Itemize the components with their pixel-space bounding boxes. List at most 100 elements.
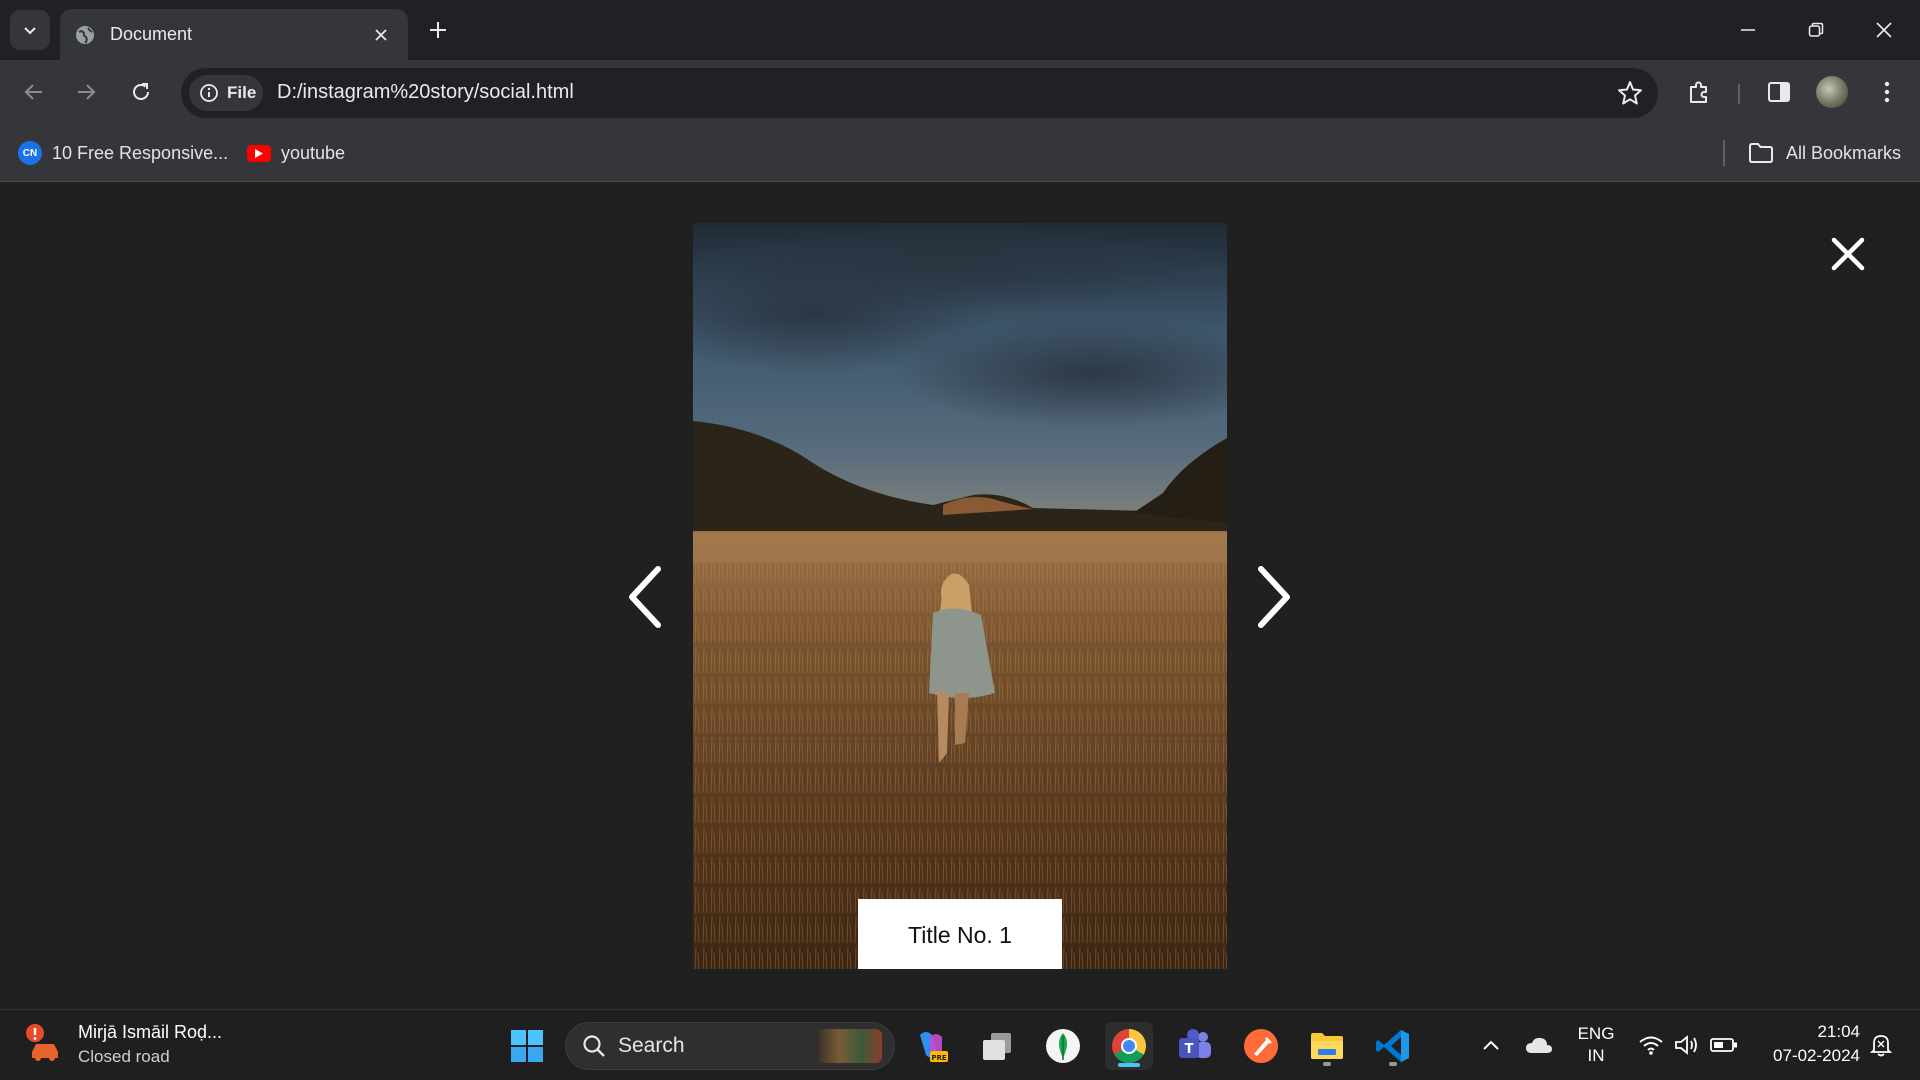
running-app-indicator <box>1323 1062 1331 1066</box>
svg-text:PRE: PRE <box>931 1054 947 1062</box>
browser-menu-button[interactable] <box>1869 74 1905 110</box>
previous-story-button[interactable] <box>618 559 674 635</box>
folder-icon <box>1311 1033 1343 1059</box>
notifications-button[interactable] <box>1866 1030 1896 1060</box>
story-viewer-page: Title No. 1 <box>0 183 1920 1009</box>
wifi-icon <box>1639 1036 1663 1055</box>
cn-favicon-icon: CN <box>18 141 42 165</box>
minimize-button[interactable] <box>1720 8 1776 52</box>
extensions-button[interactable] <box>1681 74 1717 110</box>
tab-title: Document <box>110 24 193 44</box>
puzzle-icon <box>1690 81 1707 103</box>
reload-icon <box>133 83 149 100</box>
next-story-button[interactable] <box>1245 559 1301 635</box>
battery-icon <box>1710 1038 1737 1052</box>
volume-status[interactable] <box>1672 1030 1702 1060</box>
more-vertical-icon <box>1884 81 1890 103</box>
teams-app[interactable]: T <box>1171 1022 1219 1070</box>
chrome-app[interactable] <box>1105 1022 1153 1070</box>
site-info-chip[interactable]: File <box>189 75 263 111</box>
clock[interactable]: 21:04 07-02-2024 <box>1756 1022 1860 1066</box>
bookmark-star-icon[interactable] <box>1616 79 1644 107</box>
copilot-icon: PRE <box>920 1032 948 1062</box>
mongodb-compass-app[interactable] <box>1039 1022 1087 1070</box>
browser-title-bar: Document <box>0 0 1920 60</box>
input-language-indicator[interactable]: ENG IN <box>1576 1024 1616 1066</box>
windows-taskbar: Mirjā Ismāil Roḍ... Closed road Search P… <box>0 1009 1920 1080</box>
folder-icon <box>1749 143 1773 163</box>
show-hidden-icons-button[interactable] <box>1476 1030 1506 1060</box>
close-viewer-icon[interactable] <box>1825 231 1871 277</box>
bookmark-item[interactable]: CN 10 Free Responsive... <box>18 140 228 166</box>
speaker-icon <box>1675 1035 1697 1055</box>
region-code: IN <box>1587 1046 1605 1065</box>
tab-search-button[interactable] <box>10 10 50 50</box>
car-alert-icon <box>26 1024 58 1061</box>
forward-button[interactable] <box>64 70 108 114</box>
cloud-icon <box>1526 1037 1552 1053</box>
clock-date: 07-02-2024 <box>1773 1046 1860 1065</box>
bookmarks-divider <box>1723 140 1725 166</box>
bookmark-label: youtube <box>281 142 346 163</box>
start-button[interactable] <box>503 1022 551 1070</box>
vscode-icon <box>1376 1030 1409 1062</box>
restore-button[interactable] <box>1788 8 1844 52</box>
svg-text:T: T <box>1185 1042 1194 1057</box>
chrome-icon <box>1112 1029 1146 1063</box>
profile-avatar[interactable] <box>1816 76 1848 108</box>
bookmark-label: 10 Free Responsive... <box>52 142 229 163</box>
search-icon <box>583 1035 605 1057</box>
language-code: ENG <box>1577 1024 1615 1043</box>
new-tab-button[interactable] <box>420 12 456 48</box>
task-view-icon <box>983 1033 1011 1060</box>
vscode-app[interactable] <box>1369 1022 1417 1070</box>
address-bar[interactable]: File D:/instagram%20story/social.html <box>181 68 1658 118</box>
story-card: Title No. 1 <box>693 223 1227 969</box>
url-text[interactable]: D:/instagram%20story/social.html <box>277 81 574 104</box>
info-icon <box>200 84 218 102</box>
task-view-app[interactable] <box>973 1022 1021 1070</box>
side-panel-icon <box>1768 82 1790 102</box>
file-explorer-app[interactable] <box>1303 1022 1351 1070</box>
reload-button[interactable] <box>119 70 163 114</box>
all-bookmarks-button[interactable]: All Bookmarks <box>1748 140 1901 166</box>
scheme-label: File <box>227 83 257 102</box>
restore-icon <box>1808 22 1824 37</box>
chevron-down-icon <box>24 27 36 35</box>
minimize-icon <box>1741 29 1755 31</box>
window-close-button[interactable] <box>1856 8 1912 52</box>
plus-icon <box>430 22 446 38</box>
running-app-indicator <box>1389 1062 1397 1066</box>
wheat-field-photo <box>693 223 1227 969</box>
search-label: Search <box>618 1034 685 1057</box>
mongodb-leaf-icon <box>1046 1029 1080 1063</box>
wifi-status[interactable] <box>1636 1030 1666 1060</box>
bookmarks-bar: CN 10 Free Responsive... youtube All Boo… <box>0 124 1920 182</box>
youtube-icon <box>247 144 271 162</box>
traffic-widget[interactable]: Mirjā Ismāil Roḍ... Closed road <box>24 1022 222 1067</box>
traffic-subtitle: Closed road <box>78 1047 170 1066</box>
close-icon <box>375 28 387 41</box>
browser-toolbar: File D:/instagram%20story/social.html <box>0 60 1920 124</box>
copilot-app[interactable]: PRE <box>907 1022 955 1070</box>
postman-app[interactable] <box>1237 1022 1285 1070</box>
windows-logo-icon <box>511 1030 543 1062</box>
traffic-title: Mirjā Ismāil Roḍ... <box>78 1022 223 1042</box>
arrow-right-icon <box>78 84 96 100</box>
active-tab[interactable]: Document <box>60 9 408 60</box>
all-bookmarks-label: All Bookmarks <box>1786 142 1902 163</box>
chevron-left-icon <box>629 566 661 628</box>
tab-close-button[interactable] <box>368 22 394 48</box>
back-button[interactable] <box>12 70 56 114</box>
arrow-left-icon <box>24 84 42 100</box>
chevron-up-icon <box>1483 1040 1499 1050</box>
taskbar-search[interactable]: Search <box>565 1022 895 1070</box>
teams-icon: T <box>1179 1029 1211 1058</box>
active-app-indicator <box>1118 1063 1140 1067</box>
side-panel-button[interactable] <box>1761 74 1797 110</box>
notification-bell-icon <box>1869 1035 1893 1057</box>
battery-status[interactable] <box>1709 1030 1739 1060</box>
postman-icon <box>1244 1029 1278 1063</box>
onedrive-button[interactable] <box>1524 1030 1554 1060</box>
bookmark-item[interactable]: youtube <box>247 140 345 166</box>
